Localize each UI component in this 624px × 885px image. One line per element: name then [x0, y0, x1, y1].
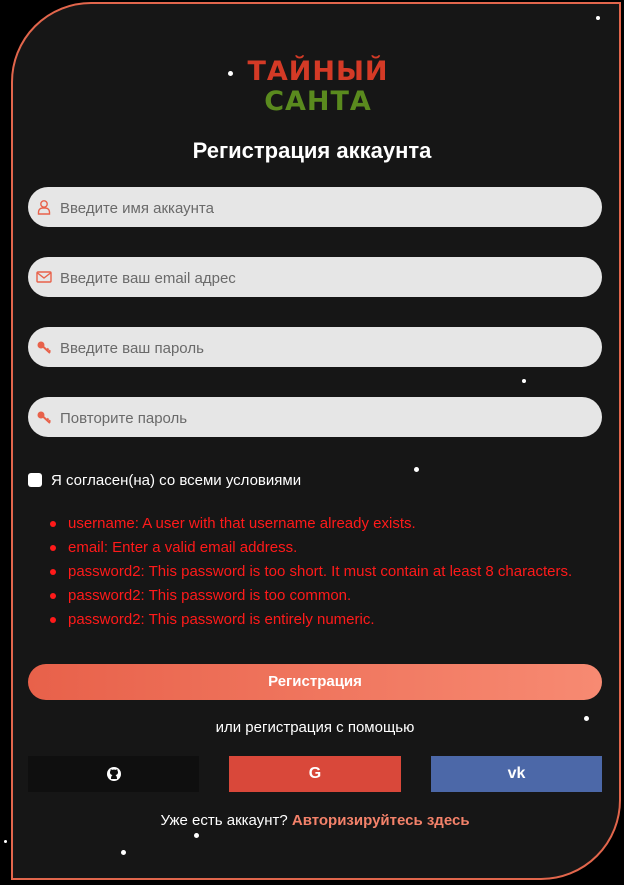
login-prompt: Уже есть аккаунт? Авторизируйтесь здесь	[0, 812, 624, 829]
envelope-icon	[36, 271, 52, 283]
agree-checkbox[interactable]	[28, 473, 42, 487]
snow-dot	[596, 16, 600, 20]
snow-dot	[4, 840, 7, 843]
password-field-wrapper	[28, 327, 602, 369]
vk-icon: vk	[507, 765, 526, 782]
alt-register-text: или регистрация с помощью	[215, 719, 415, 736]
key-icon	[37, 411, 52, 424]
error-item: password2: This password is too short. I…	[50, 560, 572, 584]
username-field-wrapper	[28, 187, 602, 229]
error-item: password2: This password is too common.	[50, 584, 572, 608]
page-title: Регистрация аккаунта	[192, 138, 432, 163]
snow-dot	[228, 71, 233, 76]
error-item: email: Enter a valid email address.	[50, 536, 572, 560]
snow-dot	[414, 467, 419, 472]
key-icon	[37, 341, 52, 354]
vk-login-button[interactable]: vk	[431, 756, 602, 792]
register-card	[11, 2, 621, 880]
password-input[interactable]	[58, 327, 592, 369]
logo: ТАЙНЫЙ САНТА	[243, 58, 393, 118]
username-input[interactable]	[58, 187, 592, 229]
google-icon: G	[308, 765, 322, 782]
user-icon	[37, 200, 51, 215]
agree-row: Я согласен(на) со всеми условиями	[28, 470, 301, 490]
password2-field-wrapper	[28, 397, 602, 439]
snow-dot	[522, 379, 526, 383]
password-confirm-input[interactable]	[58, 397, 592, 439]
register-button[interactable]: Регистрация	[28, 664, 602, 700]
error-item: password2: This password is entirely num…	[50, 608, 572, 632]
github-icon	[106, 767, 121, 781]
agree-label: Я согласен(на) со всеми условиями	[51, 471, 302, 489]
error-list: username: A user with that username alre…	[50, 512, 572, 632]
logo-line-2: САНТА	[264, 86, 372, 117]
logo-letters: ТАЙНЫЙ	[247, 56, 389, 87]
error-item: username: A user with that username alre…	[50, 512, 572, 536]
login-link[interactable]: Авторизируйтесь здесь	[292, 812, 470, 829]
google-login-button[interactable]: G	[229, 756, 401, 792]
github-login-button[interactable]	[28, 756, 199, 792]
snow-dot	[194, 833, 199, 838]
logo-line-1: ТАЙНЫЙ	[243, 58, 393, 86]
snow-dot	[121, 850, 126, 855]
login-question: Уже есть аккаунт?	[160, 812, 288, 829]
email-field-wrapper	[28, 257, 602, 299]
email-input[interactable]	[58, 257, 592, 299]
